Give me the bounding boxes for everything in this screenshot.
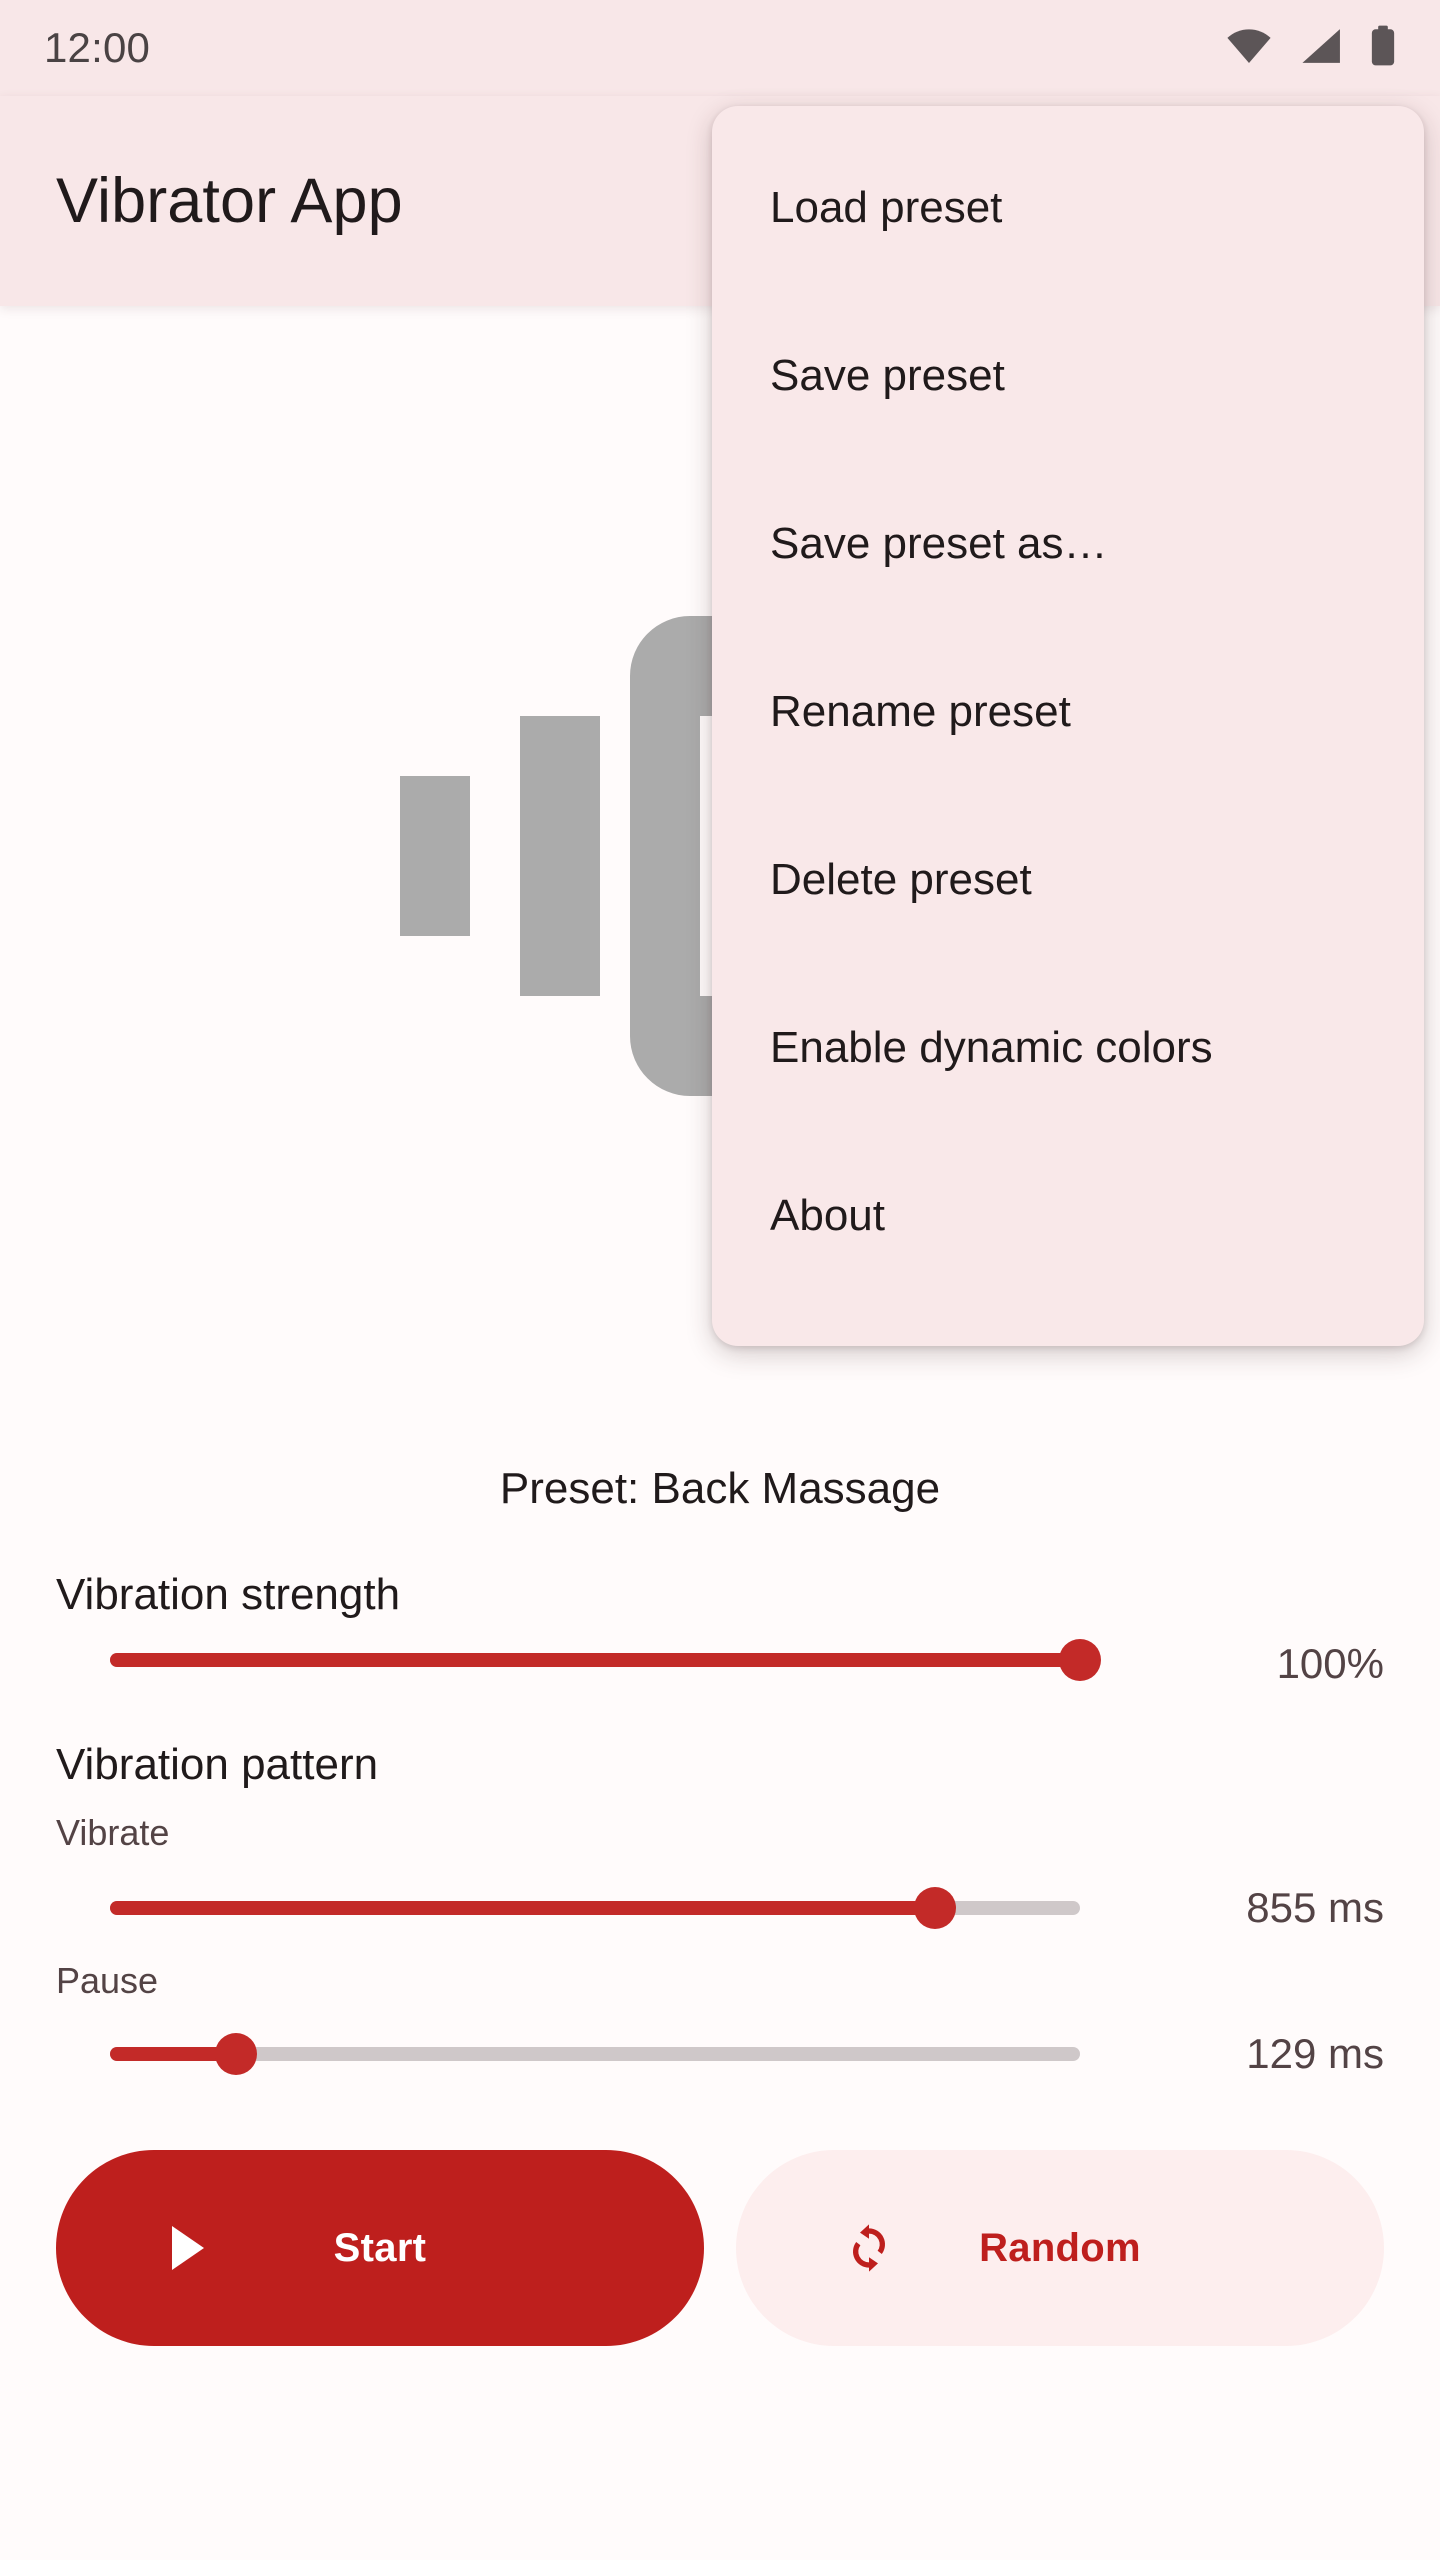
menu-item-about[interactable]: About (712, 1132, 1424, 1300)
vibration-pattern-label: Vibration pattern (56, 1740, 379, 1789)
pause-slider-thumb[interactable] (215, 2033, 258, 2075)
menu-item-label: Delete preset (770, 855, 1032, 904)
menu-item-label: Save preset as… (770, 519, 1108, 568)
play-icon (166, 2224, 210, 2272)
start-button-label: Start (333, 2225, 427, 2270)
app-screen: 12:00 Vibrator App Preset: Back Massage … (0, 0, 1440, 2560)
action-button-bar: Start Random (0, 2148, 1440, 2348)
vibrate-slider-fill (110, 1901, 935, 1915)
refresh-sync-icon (846, 2222, 892, 2274)
menu-item-save-preset[interactable]: Save preset (712, 292, 1424, 460)
status-bar: 12:00 (0, 0, 1440, 96)
vibrate-slider-thumb[interactable] (913, 1887, 956, 1929)
status-bar-clock: 12:00 (44, 24, 151, 71)
preset-label: Preset: Back Massage (499, 1464, 941, 1513)
menu-item-label: Load preset (770, 183, 1003, 232)
wifi-icon (1226, 28, 1272, 69)
vibrate-value: 855 ms (1246, 1884, 1384, 1931)
menu-item-label: Enable dynamic colors (770, 1023, 1213, 1072)
vibrate-label: Vibrate (56, 1812, 170, 1853)
start-button[interactable]: Start (56, 2150, 704, 2346)
status-bar-icons (1226, 25, 1396, 72)
vibrate-slider[interactable] (110, 1887, 1080, 1929)
menu-item-label: About (770, 1191, 885, 1240)
cellular-signal-icon (1300, 28, 1342, 69)
pause-label: Pause (56, 1960, 159, 2001)
menu-item-rename-preset[interactable]: Rename preset (712, 628, 1424, 796)
random-button-label: Random (979, 2225, 1141, 2270)
overflow-menu: Load preset Save preset Save preset as… … (712, 106, 1424, 1346)
random-button[interactable]: Random (736, 2150, 1384, 2346)
vibration-strength-slider-thumb[interactable] (1059, 1639, 1101, 1681)
page-title: Vibrator App (56, 166, 403, 236)
vibration-strength-label: Vibration strength (56, 1570, 401, 1619)
vibration-strength-value: 100% (1276, 1640, 1384, 1687)
menu-item-label: Rename preset (770, 687, 1071, 736)
menu-item-save-preset-as[interactable]: Save preset as… (712, 460, 1424, 628)
battery-icon (1370, 25, 1396, 72)
menu-item-label: Save preset (770, 351, 1005, 400)
pause-slider[interactable] (110, 2033, 1080, 2075)
menu-item-enable-dynamic-colors[interactable]: Enable dynamic colors (712, 964, 1424, 1132)
menu-item-delete-preset[interactable]: Delete preset (712, 796, 1424, 964)
pause-value: 129 ms (1246, 2030, 1384, 2077)
menu-item-load-preset[interactable]: Load preset (712, 124, 1424, 292)
vibration-strength-slider-fill (110, 1653, 1080, 1667)
vibration-strength-slider[interactable] (110, 1639, 1101, 1681)
